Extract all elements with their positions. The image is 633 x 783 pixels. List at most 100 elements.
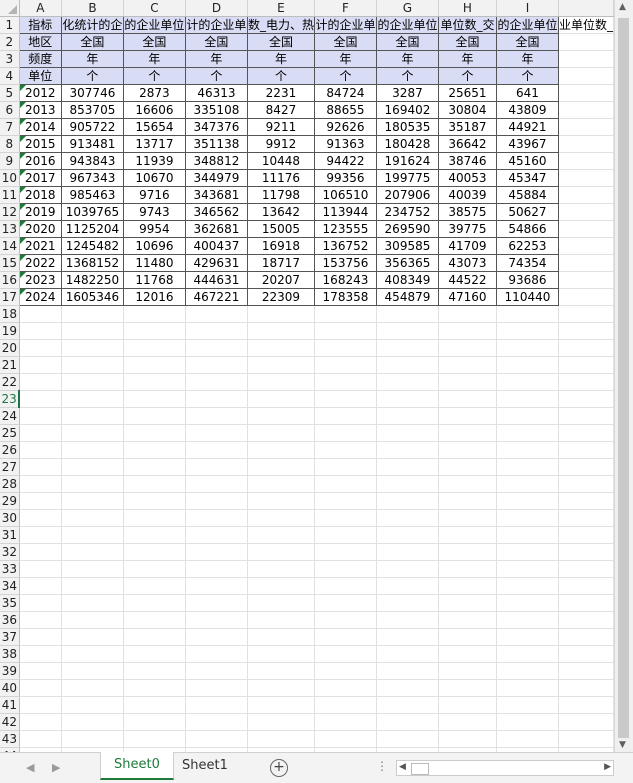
grid-cell[interactable] — [558, 271, 614, 289]
value-cell[interactable]: 180428 — [375, 135, 439, 153]
grid-cell[interactable] — [314, 696, 377, 714]
row-header[interactable]: 5 — [0, 84, 20, 102]
value-cell[interactable]: 44522 — [437, 271, 497, 289]
grid-cell[interactable] — [19, 492, 62, 510]
grid-cell[interactable] — [314, 509, 377, 527]
grid-cell[interactable] — [438, 543, 497, 561]
row-header[interactable]: 40 — [0, 679, 20, 697]
value-cell[interactable]: 180535 — [375, 118, 439, 136]
vertical-scroll-thumb[interactable] — [618, 18, 629, 738]
value-cell[interactable]: 153756 — [313, 254, 377, 272]
grid-cell[interactable] — [247, 713, 315, 731]
header-cell[interactable]: 化统计的企 — [60, 16, 124, 34]
row-header[interactable]: 14 — [0, 237, 20, 255]
triangle-left-icon[interactable]: ◀ — [399, 762, 406, 772]
grid-cell[interactable] — [19, 594, 62, 612]
grid-cell[interactable] — [123, 424, 186, 442]
header-cell[interactable]: 的企业单位 — [122, 16, 186, 34]
grid-cell[interactable] — [314, 543, 377, 561]
grid-cell[interactable] — [376, 390, 439, 408]
value-cell[interactable]: 429631 — [184, 254, 248, 272]
value-cell[interactable]: 967343 — [60, 169, 124, 187]
row-header[interactable]: 43 — [0, 730, 20, 748]
grid-cell[interactable] — [247, 526, 315, 544]
grid-cell[interactable] — [438, 628, 497, 646]
grid-cell[interactable] — [314, 305, 377, 323]
grid-cell[interactable] — [185, 322, 248, 340]
value-cell[interactable]: 408349 — [375, 271, 439, 289]
header-cell[interactable]: 年 — [122, 50, 186, 68]
grid-cell[interactable] — [61, 509, 124, 527]
triangle-left-icon[interactable]: ◀ — [26, 761, 34, 774]
value-cell[interactable]: 905722 — [60, 118, 124, 136]
row-header[interactable]: 8 — [0, 135, 20, 153]
value-cell[interactable]: 9716 — [122, 186, 186, 204]
value-cell[interactable]: 91363 — [313, 135, 377, 153]
grid-cell[interactable] — [185, 628, 248, 646]
grid-cell[interactable] — [123, 441, 186, 459]
value-cell[interactable]: 207906 — [375, 186, 439, 204]
grid-cell[interactable] — [123, 356, 186, 374]
grid-cell[interactable] — [123, 611, 186, 629]
grid-cell[interactable] — [123, 713, 186, 731]
value-cell[interactable]: 444631 — [184, 271, 248, 289]
grid-cell[interactable] — [438, 679, 497, 697]
grid-cell[interactable] — [61, 424, 124, 442]
grid-cell[interactable] — [19, 730, 62, 748]
value-cell[interactable]: 62253 — [495, 237, 559, 255]
value-cell[interactable]: 9743 — [122, 203, 186, 221]
year-cell[interactable]: 2023 — [18, 271, 62, 289]
value-cell[interactable]: 199775 — [375, 169, 439, 187]
grid-cell[interactable] — [558, 101, 614, 119]
value-cell[interactable]: 1245482 — [60, 237, 124, 255]
grid-cell[interactable] — [61, 594, 124, 612]
grid-cell[interactable] — [376, 560, 439, 578]
grid-cell[interactable] — [247, 407, 315, 425]
grid-cell[interactable] — [558, 390, 614, 408]
grid-cell[interactable] — [123, 679, 186, 697]
value-cell[interactable]: 346562 — [184, 203, 248, 221]
column-header-g[interactable]: G — [376, 0, 439, 17]
grid-cell[interactable] — [19, 645, 62, 663]
grid-cell[interactable] — [247, 679, 315, 697]
grid-cell[interactable] — [376, 509, 439, 527]
header-cell[interactable]: 个 — [184, 67, 248, 85]
grid-cell[interactable] — [496, 611, 559, 629]
grid-cell[interactable] — [123, 662, 186, 680]
value-cell[interactable]: 45160 — [495, 152, 559, 170]
grid-cell[interactable] — [314, 441, 377, 459]
row-header[interactable]: 9 — [0, 152, 20, 170]
column-header-overflow[interactable] — [558, 0, 614, 17]
grid-cell[interactable] — [19, 373, 62, 391]
grid-cell[interactable] — [496, 356, 559, 374]
value-cell[interactable]: 94422 — [313, 152, 377, 170]
grid-cell[interactable] — [247, 356, 315, 374]
horizontal-scrollbar[interactable]: ◀ ▶ — [396, 760, 614, 776]
grid-cell[interactable] — [123, 730, 186, 748]
grid-cell[interactable] — [496, 509, 559, 527]
grid-cell[interactable] — [19, 390, 62, 408]
grid-cell[interactable] — [438, 526, 497, 544]
grid-cell[interactable] — [438, 356, 497, 374]
year-cell[interactable]: 2024 — [18, 288, 62, 306]
grid-cell[interactable] — [19, 543, 62, 561]
header-cell[interactable]: 年 — [375, 50, 439, 68]
value-cell[interactable]: 35187 — [437, 118, 497, 136]
row-header[interactable]: 31 — [0, 526, 20, 544]
value-cell[interactable]: 191624 — [375, 152, 439, 170]
value-cell[interactable]: 400437 — [184, 237, 248, 255]
grid-cell[interactable] — [438, 373, 497, 391]
header-cell[interactable]: 个 — [60, 67, 124, 85]
grid-cell[interactable] — [558, 628, 614, 646]
value-cell[interactable]: 335108 — [184, 101, 248, 119]
row-header[interactable]: 41 — [0, 696, 20, 714]
grid-cell[interactable] — [438, 662, 497, 680]
value-cell[interactable]: 38746 — [437, 152, 497, 170]
triangle-up-icon[interactable]: ▲ — [619, 2, 626, 12]
grid-cell[interactable] — [496, 628, 559, 646]
grid-cell[interactable] — [247, 577, 315, 595]
header-cell[interactable]: 数_电力、热 — [246, 16, 315, 34]
year-cell[interactable]: 2017 — [18, 169, 62, 187]
header-cell[interactable]: 全国 — [122, 33, 186, 51]
grid-cell[interactable] — [19, 696, 62, 714]
